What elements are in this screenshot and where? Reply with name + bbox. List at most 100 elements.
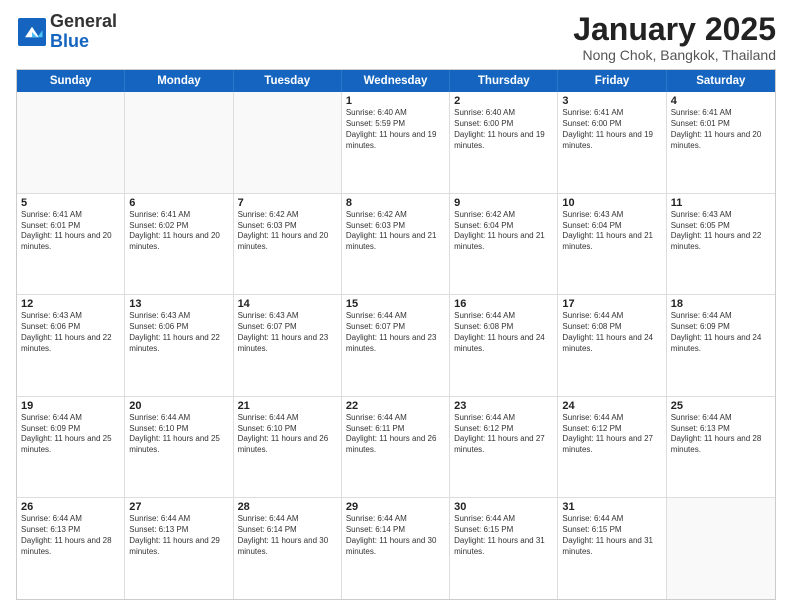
- day-info: Sunrise: 6:42 AMSunset: 6:04 PMDaylight:…: [454, 210, 553, 253]
- location-title: Nong Chok, Bangkok, Thailand: [573, 47, 776, 63]
- calendar-cell-day-27: 27Sunrise: 6:44 AMSunset: 6:13 PMDayligh…: [125, 498, 233, 599]
- day-info: Sunrise: 6:42 AMSunset: 6:03 PMDaylight:…: [346, 210, 445, 253]
- day-info: Sunrise: 6:41 AMSunset: 6:00 PMDaylight:…: [562, 108, 661, 151]
- day-info: Sunrise: 6:44 AMSunset: 6:15 PMDaylight:…: [454, 514, 553, 557]
- calendar-cell-day-5: 5Sunrise: 6:41 AMSunset: 6:01 PMDaylight…: [17, 194, 125, 295]
- day-number: 23: [454, 400, 553, 412]
- weekday-header-tuesday: Tuesday: [234, 70, 342, 92]
- weekday-header-saturday: Saturday: [667, 70, 775, 92]
- calendar-cell-day-30: 30Sunrise: 6:44 AMSunset: 6:15 PMDayligh…: [450, 498, 558, 599]
- day-number: 18: [671, 298, 771, 310]
- day-number: 3: [562, 95, 661, 107]
- day-number: 17: [562, 298, 661, 310]
- calendar-row-2: 12Sunrise: 6:43 AMSunset: 6:06 PMDayligh…: [17, 295, 775, 397]
- day-number: 14: [238, 298, 337, 310]
- calendar-cell-day-9: 9Sunrise: 6:42 AMSunset: 6:04 PMDaylight…: [450, 194, 558, 295]
- calendar-cell-day-3: 3Sunrise: 6:41 AMSunset: 6:00 PMDaylight…: [558, 92, 666, 193]
- calendar-cell-day-2: 2Sunrise: 6:40 AMSunset: 6:00 PMDaylight…: [450, 92, 558, 193]
- day-number: 16: [454, 298, 553, 310]
- calendar-row-0: 1Sunrise: 6:40 AMSunset: 5:59 PMDaylight…: [17, 92, 775, 194]
- calendar-cell-day-19: 19Sunrise: 6:44 AMSunset: 6:09 PMDayligh…: [17, 397, 125, 498]
- day-number: 22: [346, 400, 445, 412]
- day-info: Sunrise: 6:44 AMSunset: 6:10 PMDaylight:…: [129, 413, 228, 456]
- calendar-cell-empty: [667, 498, 775, 599]
- calendar-cell-day-26: 26Sunrise: 6:44 AMSunset: 6:13 PMDayligh…: [17, 498, 125, 599]
- calendar-cell-day-13: 13Sunrise: 6:43 AMSunset: 6:06 PMDayligh…: [125, 295, 233, 396]
- header: General Blue January 2025 Nong Chok, Ban…: [16, 12, 776, 63]
- day-info: Sunrise: 6:44 AMSunset: 6:14 PMDaylight:…: [238, 514, 337, 557]
- calendar-row-3: 19Sunrise: 6:44 AMSunset: 6:09 PMDayligh…: [17, 397, 775, 499]
- day-number: 9: [454, 197, 553, 209]
- calendar-cell-empty: [234, 92, 342, 193]
- calendar-cell-day-31: 31Sunrise: 6:44 AMSunset: 6:15 PMDayligh…: [558, 498, 666, 599]
- calendar-row-4: 26Sunrise: 6:44 AMSunset: 6:13 PMDayligh…: [17, 498, 775, 599]
- logo-text: General Blue: [50, 12, 117, 52]
- day-number: 19: [21, 400, 120, 412]
- day-number: 13: [129, 298, 228, 310]
- calendar-cell-day-4: 4Sunrise: 6:41 AMSunset: 6:01 PMDaylight…: [667, 92, 775, 193]
- day-number: 7: [238, 197, 337, 209]
- calendar-cell-day-10: 10Sunrise: 6:43 AMSunset: 6:04 PMDayligh…: [558, 194, 666, 295]
- day-number: 20: [129, 400, 228, 412]
- calendar-cell-day-24: 24Sunrise: 6:44 AMSunset: 6:12 PMDayligh…: [558, 397, 666, 498]
- day-info: Sunrise: 6:44 AMSunset: 6:13 PMDaylight:…: [129, 514, 228, 557]
- calendar-cell-day-6: 6Sunrise: 6:41 AMSunset: 6:02 PMDaylight…: [125, 194, 233, 295]
- calendar-cell-day-23: 23Sunrise: 6:44 AMSunset: 6:12 PMDayligh…: [450, 397, 558, 498]
- day-info: Sunrise: 6:44 AMSunset: 6:08 PMDaylight:…: [454, 311, 553, 354]
- day-info: Sunrise: 6:44 AMSunset: 6:15 PMDaylight:…: [562, 514, 661, 557]
- day-number: 25: [671, 400, 771, 412]
- day-info: Sunrise: 6:42 AMSunset: 6:03 PMDaylight:…: [238, 210, 337, 253]
- weekday-header-thursday: Thursday: [450, 70, 558, 92]
- calendar-cell-day-21: 21Sunrise: 6:44 AMSunset: 6:10 PMDayligh…: [234, 397, 342, 498]
- weekday-header-friday: Friday: [558, 70, 666, 92]
- day-number: 15: [346, 298, 445, 310]
- day-info: Sunrise: 6:44 AMSunset: 6:10 PMDaylight:…: [238, 413, 337, 456]
- day-info: Sunrise: 6:44 AMSunset: 6:13 PMDaylight:…: [671, 413, 771, 456]
- day-number: 1: [346, 95, 445, 107]
- page: General Blue January 2025 Nong Chok, Ban…: [0, 0, 792, 612]
- calendar-cell-day-25: 25Sunrise: 6:44 AMSunset: 6:13 PMDayligh…: [667, 397, 775, 498]
- calendar-cell-day-20: 20Sunrise: 6:44 AMSunset: 6:10 PMDayligh…: [125, 397, 233, 498]
- day-number: 31: [562, 501, 661, 513]
- day-number: 26: [21, 501, 120, 513]
- day-info: Sunrise: 6:40 AMSunset: 5:59 PMDaylight:…: [346, 108, 445, 151]
- calendar-cell-day-16: 16Sunrise: 6:44 AMSunset: 6:08 PMDayligh…: [450, 295, 558, 396]
- calendar-cell-day-12: 12Sunrise: 6:43 AMSunset: 6:06 PMDayligh…: [17, 295, 125, 396]
- logo: General Blue: [16, 12, 117, 52]
- day-info: Sunrise: 6:44 AMSunset: 6:12 PMDaylight:…: [562, 413, 661, 456]
- calendar-header: SundayMondayTuesdayWednesdayThursdayFrid…: [17, 70, 775, 92]
- month-title: January 2025: [573, 12, 776, 47]
- day-number: 29: [346, 501, 445, 513]
- calendar-cell-empty: [125, 92, 233, 193]
- day-number: 30: [454, 501, 553, 513]
- day-info: Sunrise: 6:41 AMSunset: 6:01 PMDaylight:…: [21, 210, 120, 253]
- calendar-cell-day-17: 17Sunrise: 6:44 AMSunset: 6:08 PMDayligh…: [558, 295, 666, 396]
- day-info: Sunrise: 6:44 AMSunset: 6:07 PMDaylight:…: [346, 311, 445, 354]
- calendar-cell-day-8: 8Sunrise: 6:42 AMSunset: 6:03 PMDaylight…: [342, 194, 450, 295]
- day-number: 28: [238, 501, 337, 513]
- day-number: 10: [562, 197, 661, 209]
- calendar-cell-day-28: 28Sunrise: 6:44 AMSunset: 6:14 PMDayligh…: [234, 498, 342, 599]
- day-info: Sunrise: 6:43 AMSunset: 6:07 PMDaylight:…: [238, 311, 337, 354]
- day-info: Sunrise: 6:41 AMSunset: 6:01 PMDaylight:…: [671, 108, 771, 151]
- day-info: Sunrise: 6:44 AMSunset: 6:12 PMDaylight:…: [454, 413, 553, 456]
- logo-general: General: [50, 11, 117, 31]
- day-info: Sunrise: 6:44 AMSunset: 6:14 PMDaylight:…: [346, 514, 445, 557]
- day-info: Sunrise: 6:41 AMSunset: 6:02 PMDaylight:…: [129, 210, 228, 253]
- calendar-body: 1Sunrise: 6:40 AMSunset: 5:59 PMDaylight…: [17, 92, 775, 599]
- day-number: 11: [671, 197, 771, 209]
- day-number: 5: [21, 197, 120, 209]
- day-number: 12: [21, 298, 120, 310]
- calendar-row-1: 5Sunrise: 6:41 AMSunset: 6:01 PMDaylight…: [17, 194, 775, 296]
- day-info: Sunrise: 6:43 AMSunset: 6:05 PMDaylight:…: [671, 210, 771, 253]
- calendar-cell-day-11: 11Sunrise: 6:43 AMSunset: 6:05 PMDayligh…: [667, 194, 775, 295]
- calendar: SundayMondayTuesdayWednesdayThursdayFrid…: [16, 69, 776, 600]
- calendar-cell-day-14: 14Sunrise: 6:43 AMSunset: 6:07 PMDayligh…: [234, 295, 342, 396]
- day-info: Sunrise: 6:44 AMSunset: 6:13 PMDaylight:…: [21, 514, 120, 557]
- day-number: 2: [454, 95, 553, 107]
- calendar-cell-day-1: 1Sunrise: 6:40 AMSunset: 5:59 PMDaylight…: [342, 92, 450, 193]
- weekday-header-wednesday: Wednesday: [342, 70, 450, 92]
- calendar-cell-day-15: 15Sunrise: 6:44 AMSunset: 6:07 PMDayligh…: [342, 295, 450, 396]
- title-block: January 2025 Nong Chok, Bangkok, Thailan…: [573, 12, 776, 63]
- weekday-header-monday: Monday: [125, 70, 233, 92]
